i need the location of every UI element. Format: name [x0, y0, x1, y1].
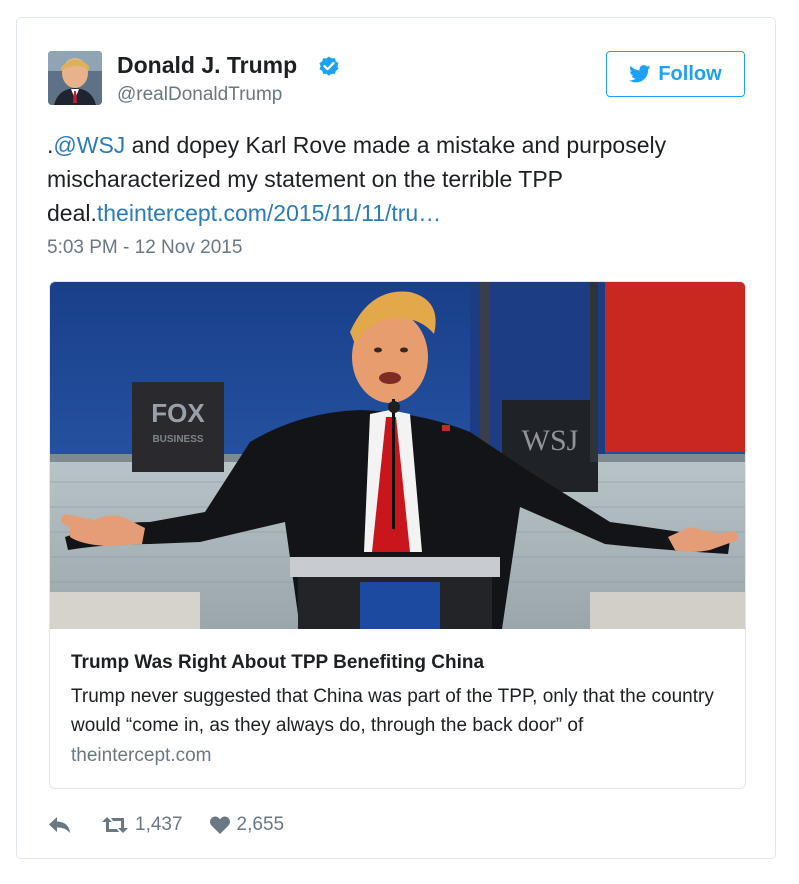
display-name[interactable]: Donald J. Trump	[117, 52, 297, 79]
card-image: FOX BUSINESS WSJ	[50, 282, 745, 629]
retweet-icon	[102, 817, 128, 833]
like-button[interactable]: 2,655	[209, 814, 285, 836]
avatar-image	[48, 51, 102, 105]
heart-icon	[209, 816, 230, 834]
sign-wsj: WSJ	[522, 424, 579, 457]
sign-fox: FOX	[151, 398, 205, 428]
avatar[interactable]	[48, 51, 102, 105]
card-domain[interactable]: theintercept.com	[71, 745, 211, 767]
twitter-bird-icon	[629, 65, 651, 83]
card-description: Trump never suggested that China was par…	[71, 686, 714, 736]
mention-link[interactable]: @WSJ	[53, 132, 125, 158]
follow-label: Follow	[658, 62, 722, 85]
retweet-count: 1,437	[135, 814, 183, 835]
timestamp[interactable]: 5:03 PM - 12 Nov 2015	[47, 237, 242, 259]
card-photo: FOX BUSINESS WSJ	[50, 282, 745, 629]
like-count: 2,655	[236, 814, 285, 835]
sign-fox-sub: BUSINESS	[152, 434, 203, 445]
tweet-text: .@WSJ and dopey Karl Rove made a mistake…	[47, 128, 737, 230]
reply-button[interactable]	[47, 815, 73, 835]
tweet-actions: 1,437 2,655	[47, 810, 284, 840]
embedded-tweet: Donald J. Trump @realDonaldTrump Follow …	[16, 17, 776, 859]
user-handle[interactable]: @realDonaldTrump	[117, 84, 282, 106]
reply-icon	[49, 817, 70, 833]
follow-button[interactable]: Follow	[606, 51, 745, 97]
url-link[interactable]: theintercept.com/2015/11/11/tru…	[97, 200, 441, 226]
card-title[interactable]: Trump Was Right About TPP Benefiting Chi…	[71, 652, 484, 674]
verified-badge-icon	[319, 56, 339, 76]
retweet-button[interactable]: 1,437	[101, 814, 183, 836]
link-card[interactable]: FOX BUSINESS WSJ Trump Was Right About T…	[49, 281, 746, 789]
